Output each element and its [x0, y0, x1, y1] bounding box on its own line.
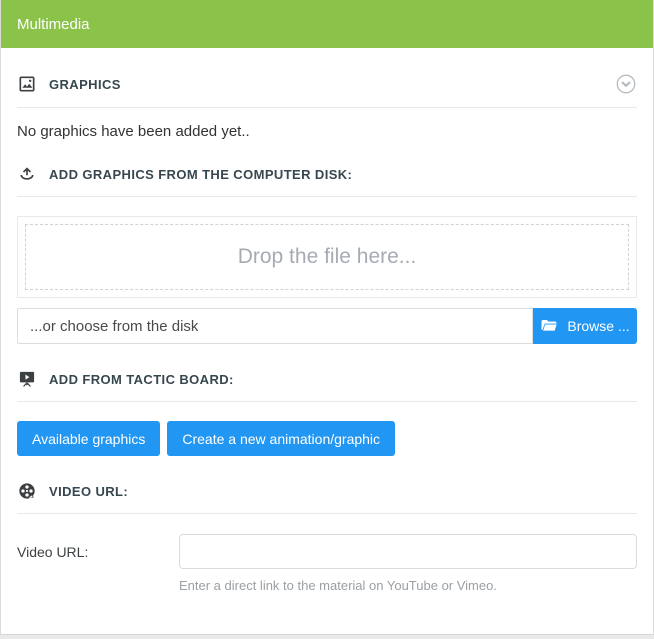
video-url-helper-text: Enter a direct link to the material on Y… — [179, 578, 637, 593]
add-from-disk-header: ADD GRAPHICS FROM THE COMPUTER DISK: — [17, 164, 637, 184]
video-url-title: VIDEO URL: — [49, 484, 128, 499]
video-url-label: Video URL: — [17, 544, 179, 560]
dropzone-text: Drop the file here... — [238, 245, 417, 269]
graphics-section-header: GRAPHICS — [17, 73, 637, 95]
divider — [17, 107, 637, 108]
add-from-disk-title: ADD GRAPHICS FROM THE COMPUTER DISK: — [49, 167, 352, 182]
browse-button[interactable]: Browse ... — [533, 308, 637, 344]
video-url-form-row: Video URL: — [17, 534, 637, 569]
video-url-input[interactable] — [179, 534, 637, 569]
chevron-down-circle-icon[interactable] — [615, 73, 637, 95]
open-folder-icon — [540, 317, 558, 335]
video-url-header: VIDEO URL: — [17, 481, 637, 501]
divider — [17, 196, 637, 197]
panel-title: Multimedia — [17, 16, 90, 33]
divider — [17, 401, 637, 402]
tactic-board-icon — [17, 369, 37, 389]
panel-body: GRAPHICS No graphics have been added yet… — [1, 48, 653, 634]
browse-button-label: Browse ... — [567, 318, 629, 334]
file-path-input[interactable] — [17, 308, 533, 344]
panel-header: Multimedia — [1, 0, 653, 48]
file-dropzone-inner: Drop the file here... — [25, 224, 629, 290]
divider — [17, 513, 637, 514]
multimedia-panel: Multimedia GRAPHICS No graphics hav — [0, 0, 654, 635]
graphics-empty-message: No graphics have been added yet.. — [17, 123, 637, 140]
file-dropzone[interactable]: Drop the file here... — [17, 216, 637, 298]
available-graphics-button[interactable]: Available graphics — [17, 421, 160, 456]
tactic-board-actions: Available graphics Create a new animatio… — [17, 421, 637, 456]
upload-icon — [17, 164, 37, 184]
tactic-board-header: ADD FROM TACTIC BOARD: — [17, 369, 637, 389]
tactic-board-title: ADD FROM TACTIC BOARD: — [49, 372, 234, 387]
image-icon — [17, 74, 37, 94]
film-reel-icon — [17, 481, 37, 501]
file-choose-row: Browse ... — [17, 308, 637, 344]
create-animation-button[interactable]: Create a new animation/graphic — [167, 421, 395, 456]
graphics-section-title: GRAPHICS — [49, 77, 121, 92]
